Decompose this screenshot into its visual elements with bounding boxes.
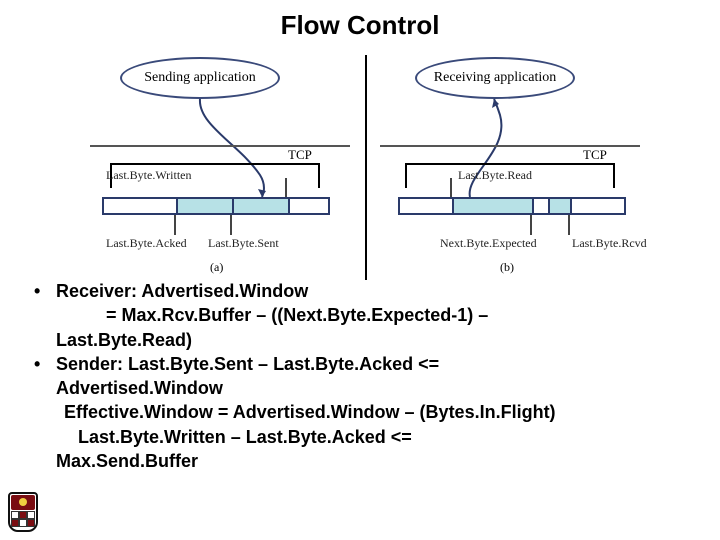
ptr-lbs: Last.Byte.Sent [208, 236, 279, 251]
tcp-label-left: TCP [288, 147, 312, 163]
recv-buf-div1 [452, 199, 454, 213]
send-buf-div2 [232, 199, 234, 213]
bullet-list: • Receiver: Advertised.Window = Max.Rcv.… [34, 279, 694, 473]
send-buffer [102, 197, 330, 215]
bullet-marker: • [34, 352, 56, 376]
brown-shield-logo [8, 492, 38, 532]
ptr-lba-line [174, 215, 176, 235]
slide-title: Flow Control [0, 0, 720, 41]
recv-buffer-fill1 [452, 199, 532, 213]
ptr-lbw-line [285, 178, 287, 197]
bullet-2-line1: Sender: Last.Byte.Sent – Last.Byte.Acked… [56, 352, 439, 376]
panel-divider [365, 55, 367, 280]
bullet-2-line4: Last.Byte.Written – Last.Byte.Acked <= [34, 425, 694, 449]
bullet-2-line3: Effective.Window = Advertised.Window – (… [34, 400, 694, 424]
receiving-panel: Receiving application TCP Last.Byte.Read… [380, 55, 670, 285]
ptr-lbrc: Last.Byte.Rcvd [572, 236, 647, 251]
ptr-lbw: Last.Byte.Written [106, 168, 192, 183]
recv-buf-div2 [532, 199, 534, 213]
flow-diagram: Sending application TCP Last.Byte.Writte… [0, 55, 720, 285]
ptr-lbr: Last.Byte.Read [458, 168, 532, 183]
shield-sun-icon [19, 498, 27, 506]
recv-buf-div4 [570, 199, 572, 213]
recv-buf-div3 [548, 199, 550, 213]
ptr-lba: Last.Byte.Acked [106, 236, 187, 251]
ptr-lbr-line [450, 178, 452, 197]
bullet-1-line2: = Max.Rcv.Buffer – ((Next.Byte.Expected-… [34, 303, 694, 327]
bullet-1-line1: Receiver: Advertised.Window [56, 279, 308, 303]
bullet-2-line5: Max.Send.Buffer [34, 449, 694, 473]
sub-a: (a) [210, 260, 223, 275]
bullet-marker: • [34, 279, 56, 303]
shield-grid [11, 511, 35, 527]
recv-buffer-fill2 [548, 199, 570, 213]
bullet-1: • Receiver: Advertised.Window [34, 279, 694, 303]
bullet-2: • Sender: Last.Byte.Sent – Last.Byte.Ack… [34, 352, 694, 376]
bullet-2-line2: Advertised.Window [34, 376, 694, 400]
sending-panel: Sending application TCP Last.Byte.Writte… [90, 55, 360, 285]
ptr-nbe-line [530, 215, 532, 235]
tcp-label-right: TCP [583, 147, 607, 163]
sub-b: (b) [500, 260, 514, 275]
send-buf-div1 [176, 199, 178, 213]
send-buf-div3 [288, 199, 290, 213]
bullet-1-line3: Last.Byte.Read) [34, 328, 694, 352]
recv-buffer [398, 197, 626, 215]
ptr-lbs-line [230, 215, 232, 235]
ptr-lbrc-line [568, 215, 570, 235]
ptr-nbe: Next.Byte.Expected [440, 236, 537, 251]
